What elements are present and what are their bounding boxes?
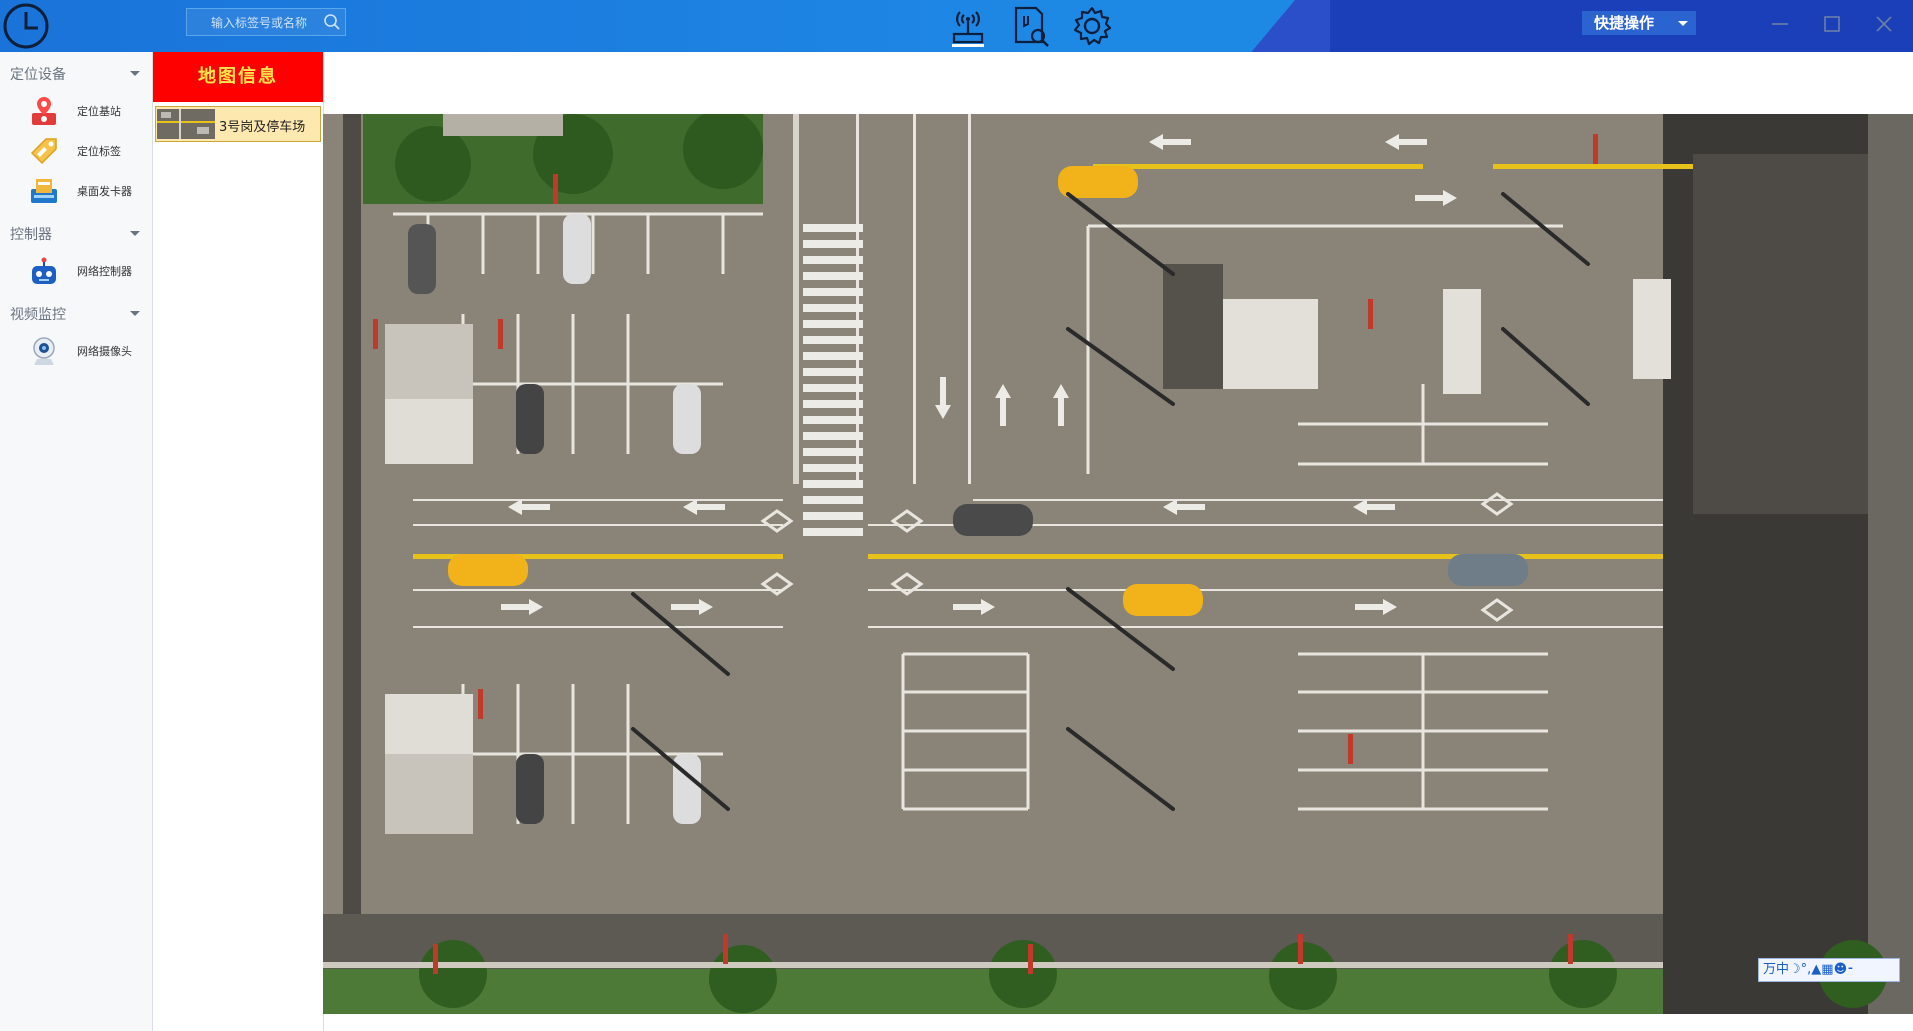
chevron-down-icon xyxy=(130,231,140,236)
map-list-item[interactable]: 3号岗及停车场 xyxy=(155,106,321,142)
group-label: 控制器 xyxy=(10,227,52,243)
sidebar-item-label: 网络控制器 xyxy=(77,265,132,278)
webcam-icon xyxy=(33,337,55,365)
device-sidebar: 定位设备 定位基站 定位标签 桌面发卡器 控制器 网络控制器 视频监控 网络摄像… xyxy=(0,52,153,1031)
location-base-station-icon xyxy=(32,97,56,125)
sidebar-item-tag[interactable]: 定位标签 xyxy=(0,132,150,170)
quick-ops-dropdown[interactable]: 快捷操作 xyxy=(1582,11,1696,35)
search-box xyxy=(186,8,346,37)
tag-icon xyxy=(30,138,57,165)
card-issuer-icon xyxy=(31,179,57,203)
sidebar-item-label: 定位标签 xyxy=(77,145,121,158)
quick-ops-label: 快捷操作 xyxy=(1594,14,1655,32)
sidebar-item-base-station[interactable]: 定位基站 xyxy=(0,92,150,130)
sidebar-item-label: 定位基站 xyxy=(77,105,121,118)
close-icon[interactable] xyxy=(1870,10,1898,38)
group-controllers[interactable]: 控制器 xyxy=(0,220,150,246)
ime-toolbar[interactable]: 万中☽°,▲▦☻⁃ xyxy=(1758,958,1900,982)
map-list-panel: 地图信息 3号岗及停车场 xyxy=(153,52,324,1031)
map-canvas[interactable]: 万中☽°,▲▦☻⁃ xyxy=(323,114,1913,1014)
map-thumbnail xyxy=(157,109,215,139)
minimize-icon[interactable] xyxy=(1766,10,1794,38)
antenna-router-icon[interactable] xyxy=(946,4,990,48)
group-label: 视频监控 xyxy=(10,307,66,323)
robot-controller-icon xyxy=(32,257,56,284)
search-input[interactable] xyxy=(187,9,343,37)
group-label: 定位设备 xyxy=(10,67,66,83)
chevron-down-icon xyxy=(130,311,140,316)
sidebar-item-webcam[interactable]: 网络摄像头 xyxy=(0,332,150,370)
chevron-down-icon xyxy=(1678,21,1688,26)
sidebar-item-label: 网络摄像头 xyxy=(77,345,132,358)
chevron-down-icon xyxy=(130,71,140,76)
group-positioning-devices[interactable]: 定位设备 xyxy=(0,60,150,86)
sidebar-item-label: 桌面发卡器 xyxy=(77,185,132,198)
top-bar: 快捷操作 xyxy=(0,0,1913,52)
map-panel-title: 地图信息 xyxy=(153,52,323,102)
search-icon[interactable] xyxy=(323,13,341,31)
document-search-icon[interactable] xyxy=(1008,4,1052,48)
sidebar-item-network-controller[interactable]: 网络控制器 xyxy=(0,252,150,290)
maximize-icon[interactable] xyxy=(1818,10,1846,38)
map-list-item-label: 3号岗及停车场 xyxy=(219,120,306,135)
gear-icon[interactable] xyxy=(1070,4,1114,48)
app-logo-clock-icon[interactable] xyxy=(2,2,50,50)
sidebar-item-card-issuer[interactable]: 桌面发卡器 xyxy=(0,172,150,210)
parking-lot-map[interactable] xyxy=(323,114,1913,1014)
group-video-monitoring[interactable]: 视频监控 xyxy=(0,300,150,326)
